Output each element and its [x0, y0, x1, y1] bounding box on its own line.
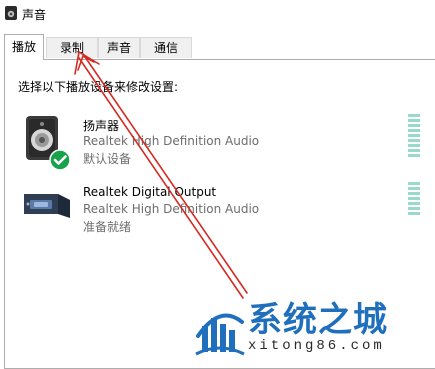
digital-output-icon: [18, 182, 74, 225]
tab-bar: 播放 录制 声音 通信: [0, 34, 435, 60]
speaker-device-icon: [18, 114, 74, 175]
window-title: 声音: [22, 8, 47, 22]
title-bar: 声音: [0, 0, 435, 28]
device-driver: Realtek High Definition Audio: [83, 202, 260, 216]
tab-recording[interactable]: 录制: [46, 37, 98, 58]
tab-communications[interactable]: 通信: [140, 37, 192, 58]
instruction-text: 选择以下播放设备来修改设置:: [18, 80, 179, 94]
default-check-icon: [49, 149, 71, 171]
device-item-digital-output[interactable]: Realtek Digital Output Realtek High Defi…: [18, 182, 428, 246]
watermark-url: xitong86.com: [248, 338, 385, 354]
device-driver: Realtek High Definition Audio: [83, 134, 260, 148]
volume-meter: [408, 114, 420, 159]
device-status: 准备就绪: [83, 220, 132, 234]
device-item-speakers[interactable]: 扬声器 Realtek High Definition Audio 默认设备: [18, 114, 428, 178]
tab-sounds[interactable]: 声音: [98, 37, 140, 58]
volume-meter: [408, 182, 420, 217]
watermark: 系统之城 xitong86.com: [190, 288, 435, 362]
tab-playback[interactable]: 播放: [4, 34, 44, 60]
device-name: Realtek Digital Output: [83, 185, 217, 199]
device-status: 默认设备: [83, 152, 132, 166]
castle-logo: [194, 296, 246, 359]
speaker-icon: [4, 5, 18, 24]
device-name: 扬声器: [83, 119, 120, 133]
watermark-text: 系统之城: [248, 300, 388, 340]
